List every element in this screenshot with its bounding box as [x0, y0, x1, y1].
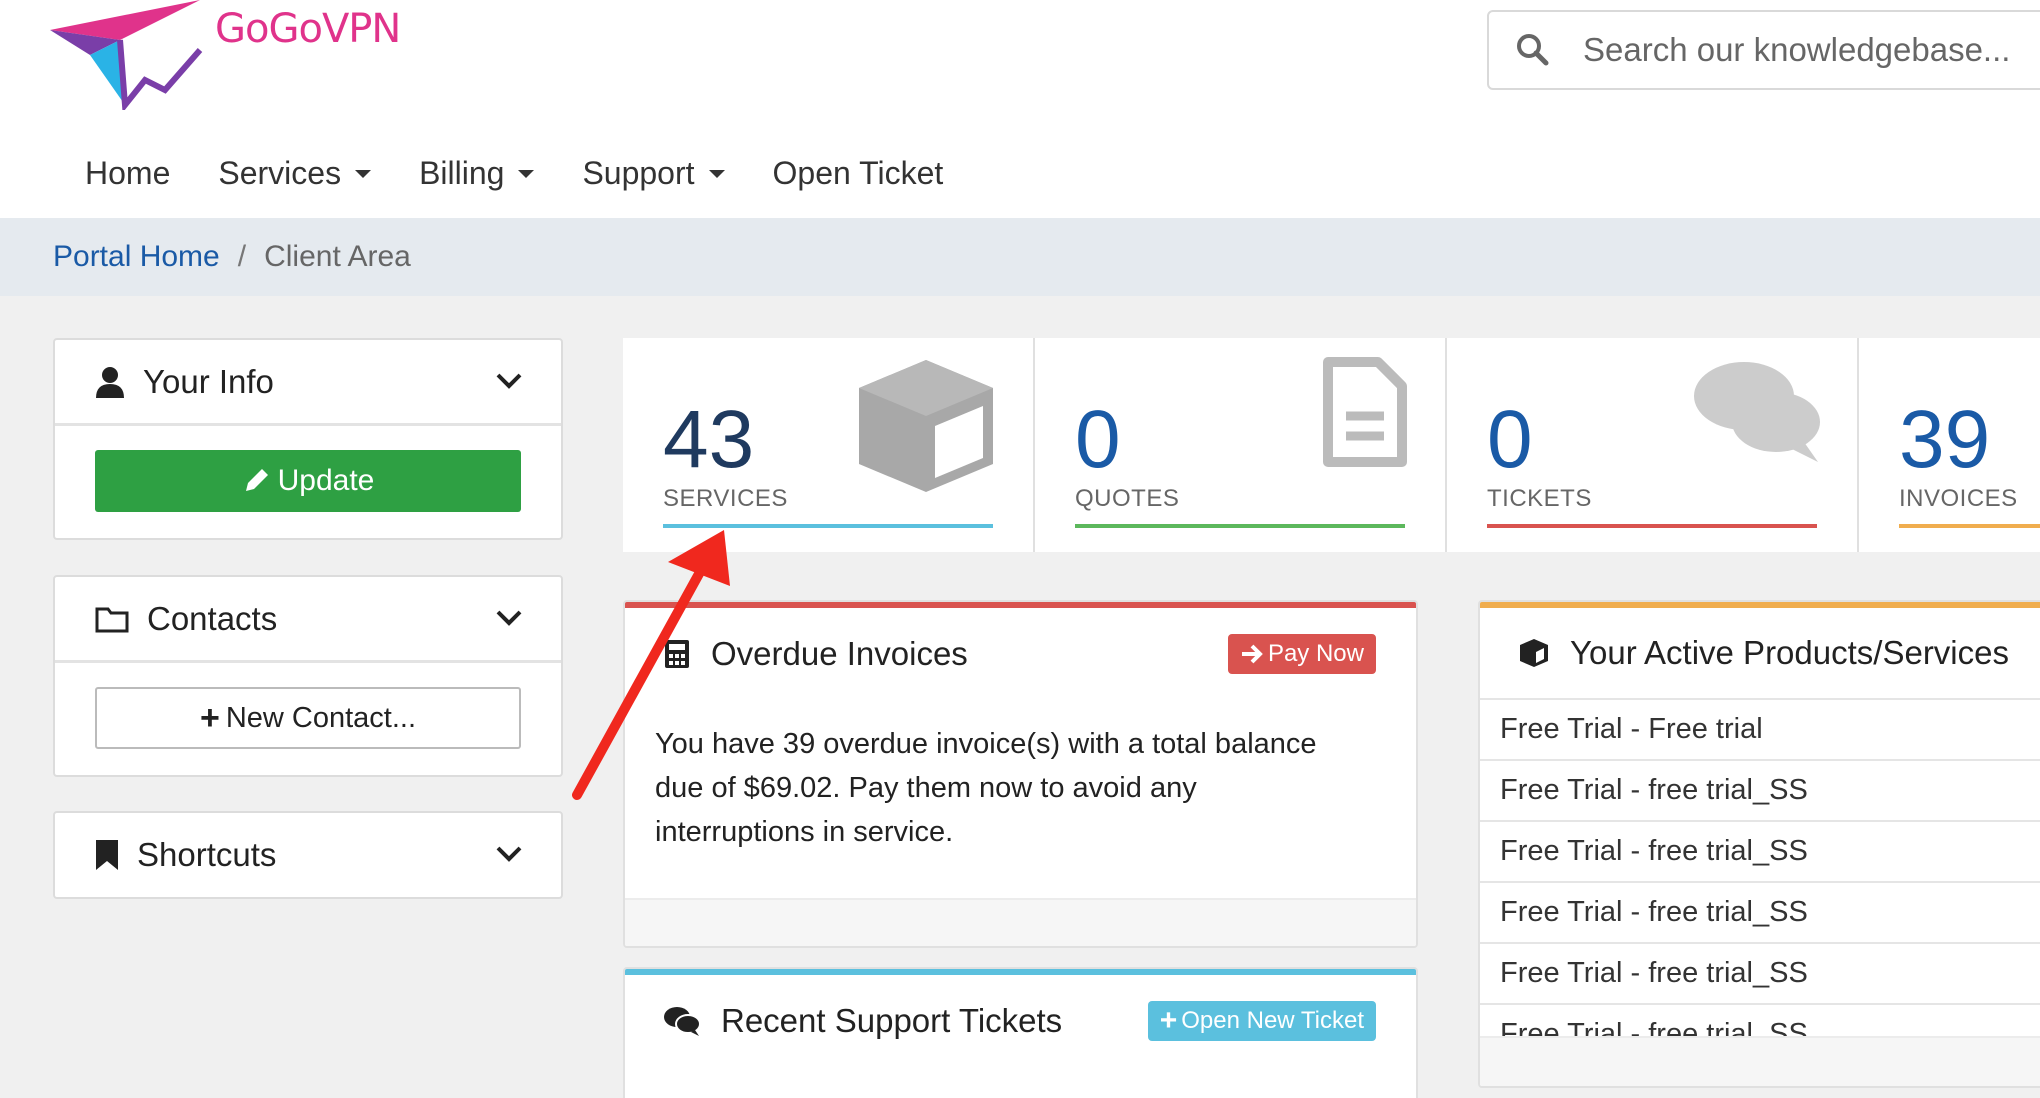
active-products-header: Your Active Products/Services [1480, 608, 2040, 700]
stat-label: QUOTES [1075, 485, 1180, 512]
cube-icon [1520, 639, 1548, 667]
search-icon [1517, 34, 1549, 66]
brand-name: GoGoVPN [215, 6, 401, 52]
chevron-down-icon[interactable] [495, 609, 523, 627]
contacts-title: Contacts [147, 599, 278, 637]
stat-value: 0 [1487, 394, 1533, 485]
overdue-invoices-header: Overdue Invoices Pay Now [625, 608, 1416, 700]
comments-icon [1694, 362, 1820, 462]
new-contact-button[interactable]: + New Contact... [95, 687, 521, 749]
chevron-down-icon[interactable] [495, 372, 523, 390]
breadcrumb: Portal Home / Client Area [0, 218, 2040, 296]
recent-support-tickets-card: Recent Support Tickets + Open New Ticket [623, 967, 1418, 1098]
arrow-right-icon [1241, 644, 1263, 664]
stat-tile-tickets[interactable]: 0 TICKETS [1447, 338, 1859, 552]
open-new-ticket-button[interactable]: + Open New Ticket [1147, 1001, 1376, 1041]
card-footer [1480, 1036, 2040, 1086]
stat-value: 39 [1899, 394, 1991, 485]
breadcrumb-separator: / [237, 240, 247, 273]
update-button[interactable]: Update [95, 450, 521, 512]
overdue-invoices-title: Overdue Invoices [711, 635, 968, 672]
knowledgebase-search[interactable] [1487, 10, 2040, 90]
list-item[interactable]: Free Trial - free trial_SS [1480, 944, 2040, 1005]
stat-tile-invoices[interactable]: 39 INVOICES [1859, 338, 2040, 552]
search-input[interactable] [1583, 31, 2040, 69]
stat-value: 0 [1075, 394, 1121, 485]
stat-label: SERVICES [663, 485, 788, 512]
list-item[interactable]: Free Trial - free trial_SS [1480, 1005, 2040, 1038]
breadcrumb-portal-home[interactable]: Portal Home [53, 240, 220, 274]
brand-logo[interactable]: GoGoVPN [50, 0, 401, 110]
site-header: GoGoVPN Home Services Billing Support Op… [0, 0, 2040, 218]
nav-home[interactable]: Home [85, 155, 170, 192]
pencil-icon [245, 469, 268, 491]
shortcuts-header[interactable]: Shortcuts [55, 813, 561, 897]
stat-label: INVOICES [1899, 485, 2018, 512]
overdue-invoices-message: You have 39 overdue invoice(s) with a to… [655, 728, 1317, 848]
breadcrumb-current: Client Area [264, 240, 411, 273]
your-info-title: Your Info [143, 362, 274, 400]
your-info-header[interactable]: Your Info [55, 340, 561, 426]
calculator-icon [665, 640, 689, 668]
active-products-list: Free Trial - Free trial Free Trial - fre… [1480, 700, 2040, 1038]
contacts-panel: Contacts + New Contact... [53, 575, 563, 777]
plus-icon: + [199, 698, 220, 737]
comments-icon [664, 1007, 701, 1036]
stat-bar [1075, 524, 1405, 528]
contacts-header[interactable]: Contacts [55, 577, 561, 663]
caret-down-icon [708, 169, 725, 178]
caret-down-icon [355, 169, 372, 178]
stat-label: TICKETS [1487, 485, 1592, 512]
active-products-card: Your Active Products/Services Free Trial… [1478, 600, 2040, 1088]
list-item[interactable]: Free Trial - free trial_SS [1480, 761, 2040, 822]
stat-value: 43 [663, 394, 755, 485]
stat-bar [1487, 524, 1817, 528]
your-info-panel: Your Info Update [53, 338, 563, 540]
card-footer [625, 898, 1416, 946]
stat-tile-quotes[interactable]: 0 QUOTES [1035, 338, 1447, 552]
recent-tickets-title: Recent Support Tickets [721, 1002, 1063, 1039]
document-icon [1323, 357, 1407, 467]
overdue-invoices-card: Overdue Invoices Pay Now You have 39 ove… [623, 600, 1418, 948]
active-products-title: Your Active Products/Services [1570, 634, 2009, 671]
caret-down-icon [518, 169, 535, 178]
shortcuts-title: Shortcuts [137, 836, 277, 873]
pay-now-button[interactable]: Pay Now [1227, 634, 1376, 674]
nav-open-ticket[interactable]: Open Ticket [773, 155, 944, 192]
shortcuts-panel: Shortcuts [53, 811, 563, 899]
user-icon [96, 366, 124, 398]
list-item[interactable]: Free Trial - Free trial [1480, 700, 2040, 761]
folder-icon [95, 607, 129, 632]
plus-icon: + [1159, 1004, 1178, 1037]
main-nav: Home Services Billing Support Open Ticke… [85, 155, 991, 192]
nav-services[interactable]: Services [218, 155, 372, 192]
paper-plane-logo-icon [50, 0, 203, 110]
list-item[interactable]: Free Trial - free trial_SS [1480, 822, 2040, 883]
list-item[interactable]: Free Trial - free trial_SS [1480, 883, 2040, 944]
stat-bar [1899, 524, 2040, 528]
chevron-down-icon[interactable] [495, 845, 523, 863]
nav-support[interactable]: Support [582, 155, 725, 192]
stat-bar [663, 524, 993, 528]
stat-tile-services[interactable]: 43 SERVICES [623, 338, 1035, 552]
cube-icon [859, 360, 993, 492]
recent-tickets-header: Recent Support Tickets + Open New Ticket [625, 975, 1416, 1067]
bookmark-icon [96, 840, 118, 870]
nav-billing[interactable]: Billing [419, 155, 535, 192]
